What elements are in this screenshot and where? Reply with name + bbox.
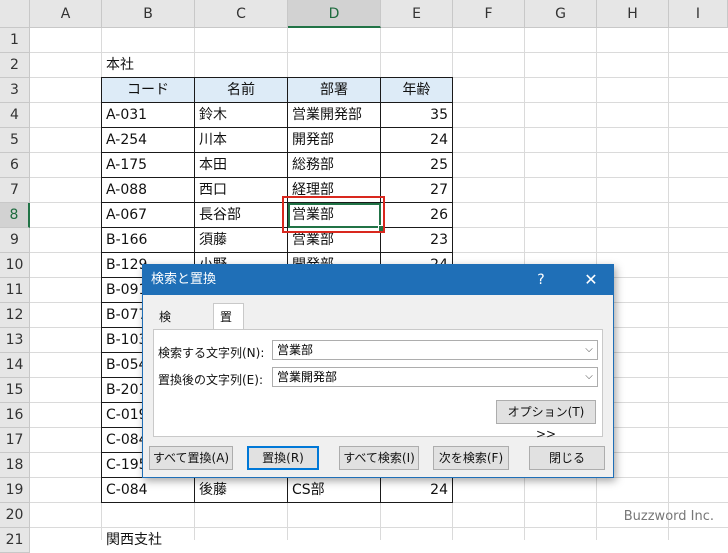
gridline [668,28,669,540]
close-button[interactable]: 閉じる [529,446,605,470]
section-title-cell-2[interactable]: 関西支社 [102,528,195,553]
table-cell[interactable]: 須藤 [194,227,288,253]
column-header-b[interactable]: B [102,0,195,28]
row-header[interactable]: 8 [0,203,30,228]
row-header[interactable]: 10 [0,253,30,278]
table-cell[interactable]: 35 [380,102,453,128]
column-header-h[interactable]: H [597,0,669,28]
row-header[interactable]: 11 [0,278,30,303]
table-cell[interactable]: C-084 [101,477,195,503]
replace-all-button[interactable]: すべて置換(A) [149,446,233,470]
row-header[interactable]: 4 [0,103,30,128]
options-button[interactable]: オプション(T) >> [496,400,596,441]
row-header[interactable]: 7 [0,178,30,203]
table-cell[interactable]: 25 [380,152,453,178]
table-cell[interactable]: A-031 [101,102,195,128]
row-header[interactable]: 17 [0,428,30,453]
find-all-button[interactable]: すべて検索(I) [339,446,419,470]
table-header-code[interactable]: コード [101,77,195,103]
table-cell[interactable]: 27 [380,177,453,203]
row-header[interactable]: 1 [0,28,30,53]
table-cell[interactable]: 後藤 [194,477,288,503]
row-header[interactable]: 21 [0,528,30,553]
tab-find[interactable]: 検索(D) [153,305,184,372]
chevron-down-icon[interactable]: ⌵ [581,341,597,359]
replace-input[interactable]: 営業開発部 ⌵ [272,367,598,387]
row-header[interactable]: 14 [0,353,30,378]
section-title-cell[interactable]: 本社 [102,53,195,78]
table-cell[interactable]: A-088 [101,177,195,203]
find-label: 検索する文字列(N): [158,346,265,360]
find-next-button[interactable]: 次を検索(F) [433,446,509,470]
row-header[interactable]: 19 [0,478,30,503]
highlight-annotation-box [282,196,385,233]
column-header-d[interactable]: D [288,0,381,28]
table-cell[interactable]: 営業開発部 [287,102,381,128]
find-input-value: 営業部 [277,343,314,357]
column-header-i[interactable]: I [669,0,728,28]
row-header[interactable]: 9 [0,228,30,253]
find-input[interactable]: 営業部 ⌵ [272,340,598,360]
row-header[interactable]: 15 [0,378,30,403]
row-header[interactable]: 6 [0,153,30,178]
row-header[interactable]: 20 [0,503,30,528]
table-cell[interactable]: 23 [380,227,453,253]
column-header-c[interactable]: C [195,0,288,28]
table-cell[interactable]: A-254 [101,127,195,153]
table-cell[interactable]: 24 [380,477,453,503]
table-cell[interactable]: 本田 [194,152,288,178]
dialog-titlebar[interactable]: 検索と置換 ? ✕ [143,265,613,295]
table-cell[interactable]: 総務部 [287,152,381,178]
table-header-age[interactable]: 年齢 [380,77,453,103]
help-button[interactable]: ? [531,265,551,295]
tab-replace[interactable]: 置換(P) [213,303,244,376]
row-header[interactable]: 2 [0,53,30,78]
table-cell[interactable]: 長谷部 [194,202,288,228]
replace-label: 置換後の文字列(E): [158,373,263,387]
replace-panel: 検索する文字列(N): 営業部 ⌵ 置換後の文字列(E): 営業開発部 ⌵ オプ… [153,329,603,441]
table-cell[interactable]: 開発部 [287,127,381,153]
table-header-name[interactable]: 名前 [194,77,288,103]
chevron-down-icon[interactable]: ⌵ [581,368,597,386]
table-cell[interactable]: A-067 [101,202,195,228]
table-header-dept[interactable]: 部署 [287,77,381,103]
column-header-e[interactable]: E [381,0,453,28]
table-cell[interactable]: A-175 [101,152,195,178]
table-cell[interactable]: 24 [380,127,453,153]
row-header[interactable]: 13 [0,328,30,353]
find-replace-dialog: 検索と置換 ? ✕ 検索(D) 置換(P) 検索する文字列(N): 営業部 ⌵ … [142,264,614,478]
close-icon[interactable]: ✕ [579,265,603,295]
row-header[interactable]: 18 [0,453,30,478]
table-cell[interactable]: 西口 [194,177,288,203]
column-header-g[interactable]: G [525,0,597,28]
replace-input-value: 営業開発部 [277,370,338,384]
column-header-f[interactable]: F [453,0,525,28]
row-header[interactable]: 3 [0,78,30,103]
row-header[interactable]: 16 [0,403,30,428]
table-cell[interactable]: B-166 [101,227,195,253]
select-all-corner[interactable] [0,0,30,28]
column-header-a[interactable]: A [30,0,102,28]
table-cell[interactable]: CS部 [287,477,381,503]
replace-button[interactable]: 置換(R) [247,446,319,470]
watermark: Buzzword Inc. [623,509,714,524]
table-cell[interactable]: 川本 [194,127,288,153]
table-cell[interactable]: 26 [380,202,453,228]
dialog-title: 検索と置換 [151,272,217,287]
row-header[interactable]: 5 [0,128,30,153]
table-cell[interactable]: 鈴木 [194,102,288,128]
row-header[interactable]: 12 [0,303,30,328]
